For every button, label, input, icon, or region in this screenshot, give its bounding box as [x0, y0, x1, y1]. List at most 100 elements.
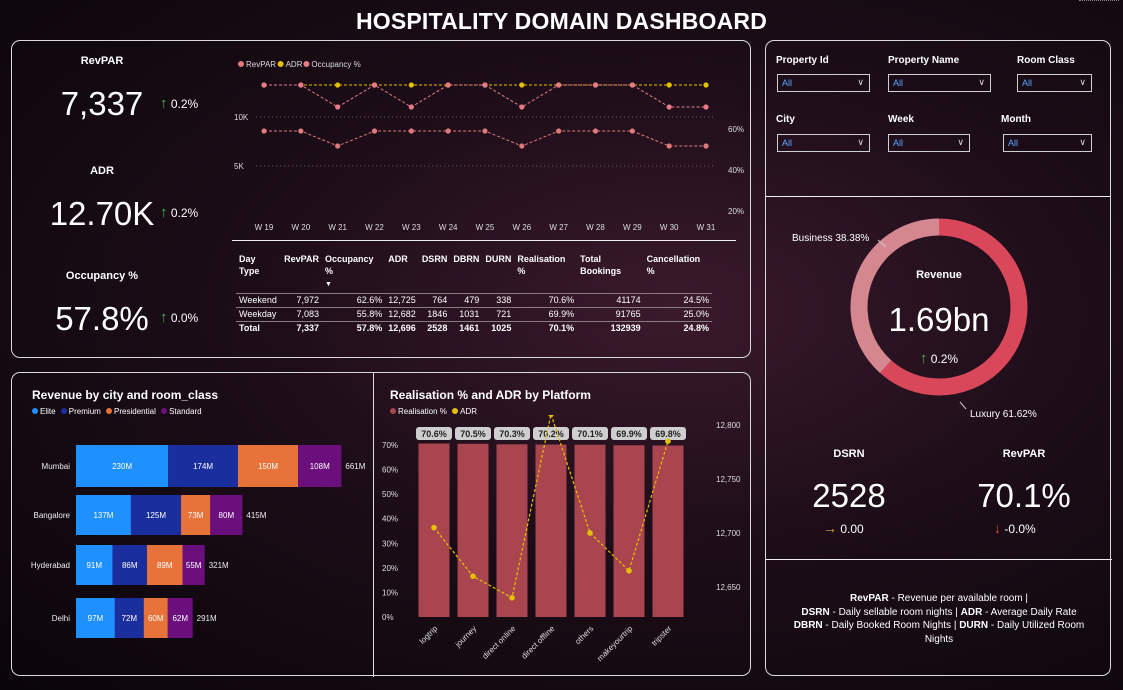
table-cell: 57.8%: [321, 321, 386, 335]
legend-label: Occupancy %: [311, 60, 360, 69]
table-cell: 24.8%: [643, 321, 712, 335]
legend-item[interactable]: Elite: [32, 407, 56, 416]
corner-dots: [1079, 0, 1119, 4]
table-cell: Weekend: [236, 293, 282, 308]
property-name-select[interactable]: All ∨: [888, 74, 991, 92]
table-cell: 55.8%: [321, 307, 386, 322]
table-header[interactable]: DSRN: [419, 251, 451, 294]
revpar-label: RevPAR: [80, 55, 124, 67]
table-header[interactable]: Occupancy % ▼: [322, 251, 385, 294]
x-tick-label: W 28: [586, 223, 605, 232]
bar-value-label: 174M: [193, 462, 213, 471]
occupancy-line: [264, 84, 706, 108]
table-cell: 24.5%: [643, 293, 712, 308]
table-row[interactable]: Total 7,337 57.8% 12,696 2528 1461 1025 70.1% 13…: [236, 321, 712, 335]
bar-value-label: 80M: [219, 511, 235, 520]
table-header[interactable]: Total Bookings: [577, 251, 644, 294]
property-id-select[interactable]: All ∨: [777, 74, 870, 92]
table-header[interactable]: Cancellation %: [644, 251, 712, 294]
x-tick-label: logtrip: [418, 624, 440, 646]
city-chart-legend: Elite Premium Presidential Standard: [32, 407, 202, 416]
platform-chart-title: Realisation % and ADR by Platform: [390, 388, 591, 402]
city-label: Hyderabad: [31, 561, 70, 570]
dashboard-title: HOSPITALITY DOMAIN DASHBOARD: [355, 8, 768, 34]
y-tick-label: 30%: [382, 539, 398, 548]
table-cell: 338: [482, 293, 515, 308]
adr-point: [519, 82, 525, 88]
adr-point: [431, 524, 437, 531]
realisation-bar: [652, 445, 684, 617]
adr-point: [626, 568, 632, 574]
y2-tick-label: 12,800: [716, 421, 741, 430]
chevron-down-icon: ∨: [957, 137, 964, 147]
donut-label-business: Business 38.38%: [792, 233, 870, 244]
city-room-class-chart: Mumbai 230M 174M 150M 108M 661M Bangalore 137M 1…: [31, 445, 366, 638]
table-row[interactable]: Weekday 7,083 55.8% 12,682 1846 1031 721 69.9% 9…: [236, 307, 712, 322]
table-header[interactable]: DBRN: [450, 251, 482, 294]
occupancy-point: [519, 104, 525, 110]
bar-value-label: 55M: [186, 561, 202, 570]
adr-point: [470, 573, 476, 579]
realisation-bar: [613, 445, 645, 617]
bar-value-label: 62M: [172, 614, 188, 623]
bar-value-label: 86M: [122, 561, 138, 570]
city-select[interactable]: All ∨: [777, 134, 870, 152]
bar-value-label: 137M: [93, 511, 113, 520]
bar-value-label: 125M: [146, 511, 166, 520]
bar-total-label: 321M: [209, 561, 229, 570]
arrow-down-icon: ↓: [994, 520, 1001, 536]
table-header[interactable]: ADR: [385, 251, 419, 294]
table-cell: 132939: [577, 321, 644, 335]
room-class-select[interactable]: All ∨: [1017, 74, 1092, 92]
data-label: 70.1%: [577, 429, 603, 439]
x-tick-label: tripster: [650, 624, 674, 648]
legend-label: ADR: [286, 60, 303, 69]
adr-point: [408, 82, 414, 88]
adr-delta: ↑ 0.2%: [160, 204, 198, 221]
table-header[interactable]: Realisation %: [514, 251, 577, 294]
table-cell: 70.1%: [514, 321, 578, 335]
city-label: Delhi: [52, 614, 70, 623]
day-type-table: Day Type RevPAR Occupancy % ▼ ADR DSRN DB…: [236, 251, 712, 335]
donut-center-label: Revenue: [916, 269, 962, 281]
legend-marker: [238, 61, 244, 67]
table-cell: 62.6%: [321, 293, 386, 308]
data-label: 69.9%: [616, 429, 642, 439]
occupancy-point: [666, 104, 672, 110]
adr-point: [666, 82, 672, 88]
legend-item[interactable]: Presidential: [106, 407, 156, 416]
y-tick-label: 40%: [382, 515, 398, 524]
revpar-point: [629, 128, 635, 134]
table-cell: 764: [418, 293, 451, 308]
occupancy-delta-value: 0.0%: [170, 311, 199, 325]
week-select[interactable]: All ∨: [888, 134, 970, 152]
table-cell: 1025: [482, 321, 515, 335]
occupancy-label: Occupancy %: [65, 270, 139, 282]
x-tick-label: W 21: [328, 223, 347, 232]
bar-value-label: 73M: [188, 511, 204, 520]
table-header[interactable]: Day Type: [236, 251, 281, 294]
chevron-down-icon: ∨: [978, 77, 985, 87]
table-header-row: Day Type RevPAR Occupancy % ▼ ADR DSRN DB…: [236, 251, 712, 294]
bar-total-label: 415M: [246, 511, 266, 520]
table-header[interactable]: RevPAR: [281, 251, 322, 294]
sort-desc-icon[interactable]: ▼: [325, 281, 332, 288]
filter-label-week: Week: [888, 114, 914, 125]
occupancy-value: 57.8%: [55, 300, 149, 337]
month-select[interactable]: All ∨: [1003, 134, 1092, 152]
table-header[interactable]: DURN: [482, 251, 514, 294]
adr-point: [509, 595, 515, 601]
x-tick-label: journey: [453, 624, 479, 650]
revpar-small-value: 70.1%: [977, 477, 1071, 514]
donut-center-value: 1.69bn: [888, 301, 990, 338]
bar-value-label: 230M: [112, 462, 132, 471]
filter-label-city: City: [776, 114, 795, 125]
legend-item[interactable]: Standard: [161, 407, 202, 416]
legend-item[interactable]: Premium: [60, 407, 101, 416]
occupancy-point: [592, 82, 599, 88]
filter-label-property-id: Property Id: [776, 55, 829, 66]
bottom-charts-panel: Revenue by city and room_class Elite Pre…: [11, 372, 751, 677]
filter-label-property-name: Property Name: [888, 55, 960, 66]
table-row[interactable]: Weekend 7,972 62.6% 12,725 764 479 338 70.6% 411…: [236, 293, 712, 308]
bar-value-label: 108M: [310, 462, 330, 471]
